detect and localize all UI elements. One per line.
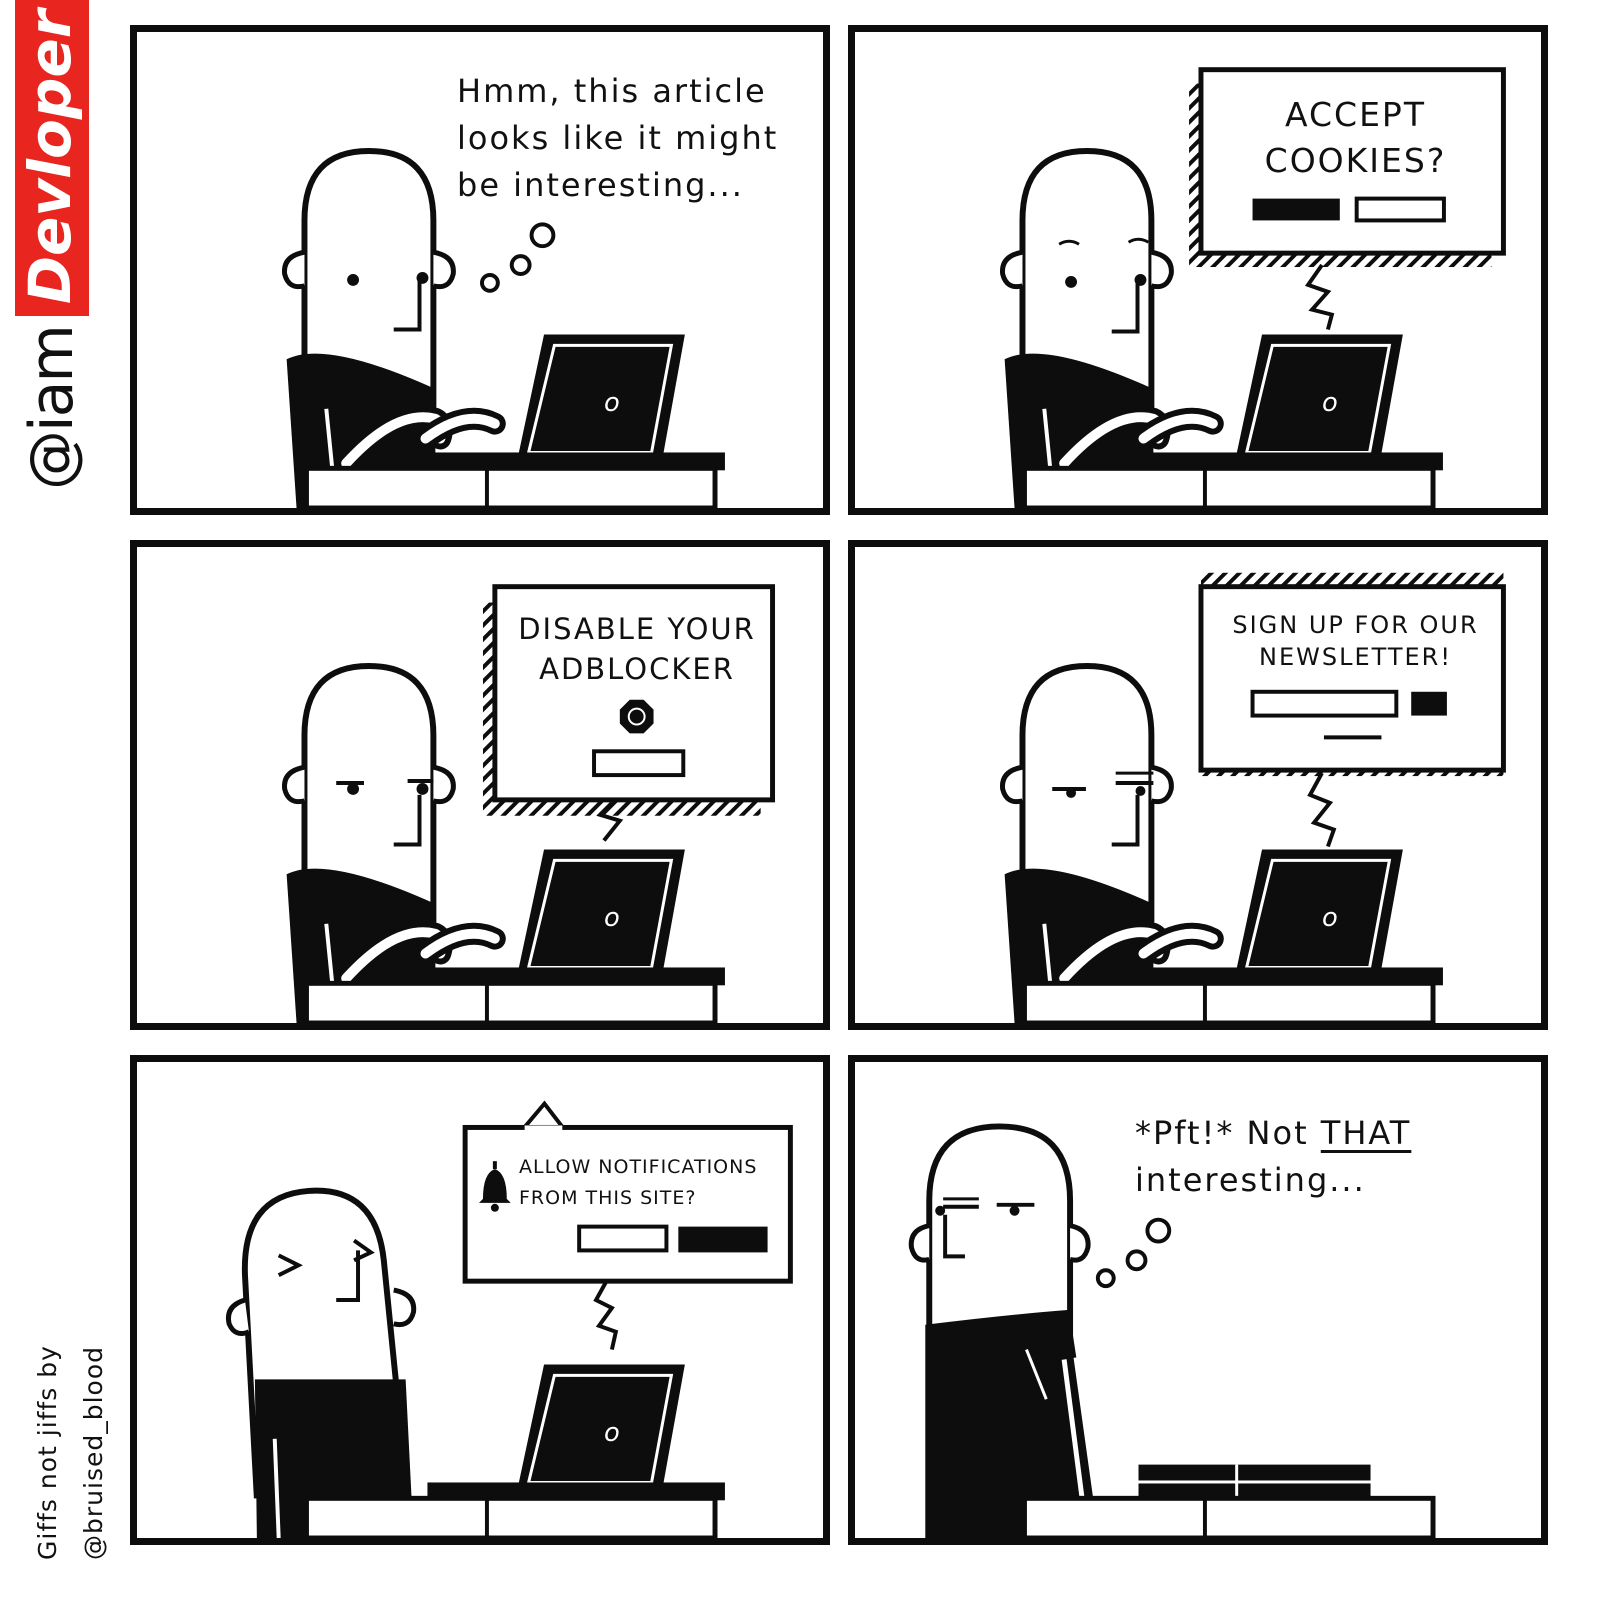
newsletter-popup-text: SIGN UP FOR OUR NEWSLETTER!: [1203, 609, 1508, 673]
thought-prefix: *Pft!* Not: [1135, 1114, 1321, 1152]
thought-line-2: interesting...: [1135, 1161, 1366, 1199]
brand-logo: @iam Devloper: [0, 0, 120, 520]
panel-2: ACCEPT COOKIES?: [848, 25, 1548, 515]
cookie-popup-text: ACCEPT COOKIES?: [1203, 92, 1508, 184]
panel-4: SIGN UP FOR OUR NEWSLETTER!: [848, 540, 1548, 1030]
credit: Giffs not jiffs by @bruised_blood: [25, 1345, 117, 1560]
popup-line-1: DISABLE YOUR: [518, 612, 756, 646]
credit-line-2: @bruised_blood: [79, 1346, 108, 1560]
thought-line-1: *Pft!* Not THAT: [1135, 1110, 1411, 1157]
notification-popup-text: ALLOW NOTIFICATIONS FROM THIS SITE?: [519, 1152, 779, 1214]
popup-line-1: ALLOW NOTIFICATIONS: [519, 1156, 758, 1178]
popup-line-1: SIGN UP FOR OUR: [1232, 611, 1479, 639]
thought-text: *Pft!* Not THAT interesting...: [1135, 1110, 1411, 1204]
thought-line-2: looks like it might: [457, 119, 779, 157]
thought-text: Hmm, this article looks like it might be…: [457, 68, 778, 209]
thought-emphasis: THAT: [1320, 1114, 1412, 1152]
popup-line-2: COOKIES?: [1264, 141, 1447, 180]
credit-line-1: Giffs not jiffs by: [33, 1345, 62, 1560]
panel-5-art: [226, 1100, 793, 1538]
brand-badge: Devloper: [15, 0, 89, 317]
thought-line-1: Hmm, this article: [457, 72, 767, 110]
panel-1: Hmm, this article looks like it might be…: [130, 25, 830, 515]
popup-line-2: FROM THIS SITE?: [519, 1187, 697, 1209]
panel-5: ALLOW NOTIFICATIONS FROM THIS SITE?: [130, 1055, 830, 1545]
thought-line-3: be interesting...: [457, 166, 744, 204]
popup-line-2: NEWSLETTER!: [1259, 643, 1452, 671]
popup-line-1: ACCEPT: [1285, 95, 1426, 134]
popup-line-2: ADBLOCKER: [539, 652, 735, 686]
stop-hand-icon: [619, 699, 654, 734]
panel-6: *Pft!* Not THAT interesting...: [848, 1055, 1548, 1545]
adblock-popup-text: DISABLE YOUR ADBLOCKER: [497, 609, 777, 689]
panel-3: DISABLE YOUR ADBLOCKER: [130, 540, 830, 1030]
brand-at-text: @iam: [17, 326, 87, 490]
